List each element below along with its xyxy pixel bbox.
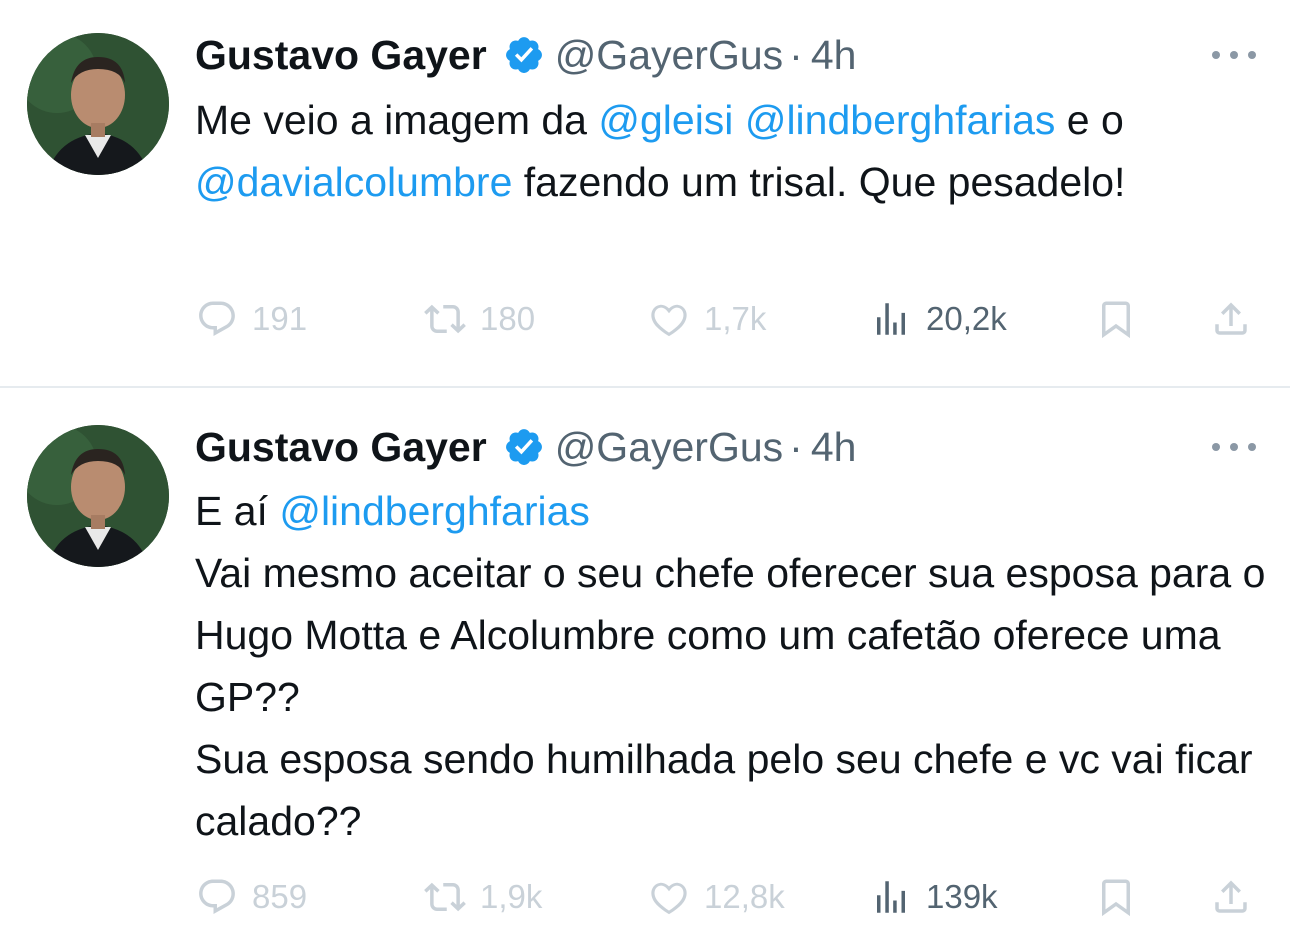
mention-link[interactable]: @davialcolumbre [195, 159, 512, 205]
retweet-count: 1,9k [480, 878, 543, 915]
separator-dot: · [789, 423, 803, 470]
author-name[interactable]: Gustavo Gayer [195, 32, 487, 79]
bookmark-button[interactable] [1095, 876, 1151, 918]
mention-link[interactable]: @lindberghfarias [745, 97, 1056, 143]
reply-icon [199, 301, 235, 336]
timestamp[interactable]: 4h [811, 32, 857, 79]
share-button[interactable] [1210, 876, 1266, 918]
author-handle[interactable]: @GayerGus [555, 424, 783, 471]
bookmark-icon [1102, 301, 1130, 339]
retweet-count: 180 [480, 300, 536, 337]
separator-dot: · [789, 31, 803, 78]
heart-icon [651, 304, 687, 337]
bookmark-icon [1102, 879, 1130, 917]
retweet-button[interactable]: 1,9k [424, 876, 542, 918]
author-handle[interactable]: @GayerGus [555, 32, 783, 79]
tweet-text: E aí @lindberghfarias Vai mesmo aceitar o… [195, 480, 1275, 852]
share-icon [1215, 880, 1247, 913]
reply-count: 191 [252, 300, 308, 337]
reply-count: 859 [252, 878, 308, 915]
reply-button[interactable]: 859 [196, 876, 307, 918]
tweet-text: Me veio a imagem da @gleisi @lindberghfa… [195, 89, 1275, 213]
retweet-icon [424, 304, 466, 334]
tweet-text-segment: e o [1055, 97, 1124, 143]
tweet-text-segment: E aí [195, 488, 280, 534]
tweet-text-segment [733, 97, 744, 143]
like-button[interactable]: 12,8k [648, 876, 785, 918]
reply-icon [199, 879, 235, 914]
verified-badge-icon [503, 426, 545, 468]
tweet-header: Gustavo Gayer @GayerGus · 4h [195, 30, 856, 80]
avatar[interactable] [27, 33, 169, 175]
views-chart-icon [877, 881, 905, 913]
tweet-actions: 191 180 1,7k 20,2k [0, 298, 1290, 348]
retweet-icon [424, 882, 466, 912]
retweet-button[interactable]: 180 [424, 298, 535, 340]
like-count: 12,8k [704, 878, 785, 915]
bookmark-button[interactable] [1095, 298, 1151, 340]
views-chart-icon [877, 303, 905, 335]
like-count: 1,7k [704, 300, 767, 337]
timestamp[interactable]: 4h [811, 424, 857, 471]
share-icon [1215, 302, 1247, 335]
avatar[interactable] [27, 425, 169, 567]
views-button[interactable]: 139k [870, 876, 998, 918]
author-name[interactable]: Gustavo Gayer [195, 424, 487, 471]
share-button[interactable] [1210, 298, 1266, 340]
tweet-header: Gustavo Gayer @GayerGus · 4h [195, 422, 856, 472]
tweet-2[interactable]: Gustavo Gayer @GayerGus · 4h E aí @lindb… [0, 388, 1290, 945]
like-button[interactable]: 1,7k [648, 298, 766, 340]
tweet-text-segment: fazendo um trisal. Que pesadelo! [512, 159, 1126, 205]
views-count: 20,2k [926, 300, 1007, 337]
more-options-icon[interactable] [1212, 439, 1256, 455]
more-options-icon[interactable] [1212, 47, 1256, 63]
heart-icon [651, 882, 687, 915]
tweet-text-segment: Me veio a imagem da [195, 97, 599, 143]
tweet-text-segment: Vai mesmo aceitar o seu chefe oferecer s… [195, 550, 1266, 720]
views-count: 139k [926, 878, 998, 915]
mention-link[interactable]: @lindberghfarias [279, 488, 590, 534]
tweet-1[interactable]: Gustavo Gayer @GayerGus · 4h Me veio a i… [0, 0, 1290, 386]
tweet-text-segment: Sua esposa sendo humilhada pelo seu chef… [195, 736, 1253, 844]
views-button[interactable]: 20,2k [870, 298, 1007, 340]
verified-badge-icon [503, 34, 545, 76]
mention-link[interactable]: @gleisi [598, 97, 733, 143]
tweet-actions: 859 1,9k 12,8k 139k [0, 876, 1290, 926]
reply-button[interactable]: 191 [196, 298, 307, 340]
